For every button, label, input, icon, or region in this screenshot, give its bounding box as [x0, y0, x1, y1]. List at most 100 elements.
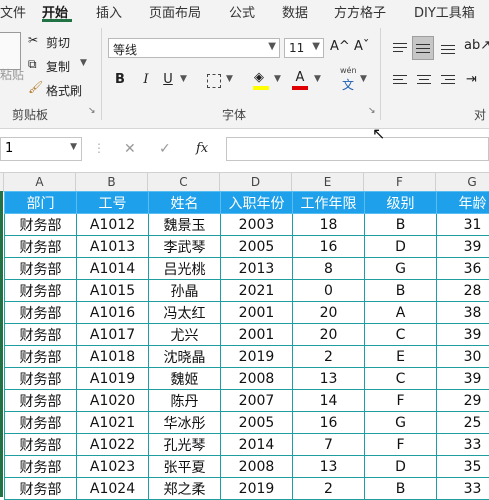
table-cell[interactable]: 尤兴 [149, 324, 221, 346]
phonetic-dropdown-icon[interactable]: ▼ [360, 74, 367, 84]
table-cell[interactable]: B [365, 478, 437, 500]
paste-label[interactable]: 粘贴 [0, 66, 24, 83]
table-cell[interactable]: 财务部 [5, 280, 77, 302]
table-cell[interactable]: 财务部 [5, 412, 77, 434]
table-cell[interactable]: A1016 [77, 302, 149, 324]
table-header-cell[interactable]: 部门 [5, 192, 77, 214]
table-cell[interactable]: A1019 [77, 368, 149, 390]
table-cell[interactable]: 2005 [221, 236, 293, 258]
tab-diy-toolbox[interactable]: DIY工具箱 [414, 2, 475, 21]
insert-function-icon[interactable]: fx [196, 141, 208, 156]
table-cell[interactable]: 2001 [221, 324, 293, 346]
table-cell[interactable]: 39 [437, 368, 489, 390]
table-cell[interactable]: 16 [293, 412, 365, 434]
table-cell[interactable]: 39 [437, 236, 489, 258]
table-cell[interactable]: A1018 [77, 346, 149, 368]
table-cell[interactable]: 20 [293, 302, 365, 324]
table-cell[interactable]: B [365, 214, 437, 236]
table-cell[interactable]: 魏姬 [149, 368, 221, 390]
table-cell[interactable]: 20 [293, 324, 365, 346]
align-middle-icon[interactable] [412, 36, 434, 60]
align-center-icon[interactable] [414, 70, 434, 90]
italic-button[interactable]: I [136, 70, 156, 90]
table-cell[interactable]: 13 [293, 456, 365, 478]
table-cell[interactable]: 财务部 [5, 302, 77, 324]
table-cell[interactable]: 华冰彤 [149, 412, 221, 434]
table-cell[interactable]: A1012 [77, 214, 149, 236]
table-cell[interactable]: 31 [437, 214, 489, 236]
table-cell[interactable]: 25 [437, 412, 489, 434]
underline-button[interactable]: U [158, 70, 178, 90]
indent-icon[interactable]: ⇥ [466, 72, 477, 87]
table-cell[interactable]: 2021 [221, 280, 293, 302]
table-cell[interactable]: A1013 [77, 236, 149, 258]
table-cell[interactable]: 吕光桃 [149, 258, 221, 280]
table-cell[interactable]: 财务部 [5, 456, 77, 478]
table-cell[interactable]: 39 [437, 324, 489, 346]
table-cell[interactable]: 29 [437, 390, 489, 412]
table-cell[interactable]: 财务部 [5, 324, 77, 346]
table-cell[interactable]: 2019 [221, 478, 293, 500]
underline-dropdown-icon[interactable]: ▼ [180, 74, 187, 84]
table-cell[interactable]: 2014 [221, 434, 293, 456]
table-cell[interactable]: C [365, 324, 437, 346]
font-size-combo[interactable]: 11 ▼ [284, 38, 324, 58]
borders-icon[interactable] [207, 74, 221, 88]
table-cell[interactable]: 7 [293, 434, 365, 456]
phonetic-icon[interactable]: 文 [342, 76, 354, 93]
table-cell[interactable]: A1020 [77, 390, 149, 412]
orientation-icon[interactable]: ab↗ [464, 38, 489, 53]
table-cell[interactable]: G [365, 412, 437, 434]
table-cell[interactable]: 陈丹 [149, 390, 221, 412]
table-cell[interactable]: A1022 [77, 434, 149, 456]
table-cell[interactable]: 36 [437, 258, 489, 280]
table-cell[interactable]: 财务部 [5, 236, 77, 258]
table-cell[interactable]: 孙晶 [149, 280, 221, 302]
table-cell[interactable]: A1023 [77, 456, 149, 478]
table-cell[interactable]: 33 [437, 478, 489, 500]
table-cell[interactable]: 冯太红 [149, 302, 221, 324]
table-cell[interactable]: 2019 [221, 346, 293, 368]
table-cell[interactable]: 财务部 [5, 214, 77, 236]
align-bottom-icon[interactable] [438, 38, 458, 58]
table-header-cell[interactable]: 工号 [77, 192, 149, 214]
table-header-cell[interactable]: 姓名 [149, 192, 221, 214]
table-cell[interactable]: 28 [437, 280, 489, 302]
table-cell[interactable]: 38 [437, 302, 489, 324]
column-header-e[interactable]: E [292, 173, 364, 191]
table-cell[interactable]: A1015 [77, 280, 149, 302]
grow-font-icon[interactable]: A^ [330, 39, 350, 54]
table-cell[interactable]: 33 [437, 434, 489, 456]
table-cell[interactable]: A1021 [77, 412, 149, 434]
align-right-icon[interactable] [438, 70, 458, 90]
table-cell[interactable]: 李武琴 [149, 236, 221, 258]
table-header-cell[interactable]: 年龄 [437, 192, 489, 214]
table-cell[interactable]: A1024 [77, 478, 149, 500]
table-cell[interactable]: 13 [293, 368, 365, 390]
column-header-f[interactable]: F [364, 173, 436, 191]
fill-dropdown-icon[interactable]: ▼ [274, 74, 281, 84]
table-cell[interactable]: 30 [437, 346, 489, 368]
fill-color-icon[interactable]: ◈ [254, 70, 264, 85]
table-cell[interactable]: A1014 [77, 258, 149, 280]
table-cell[interactable]: B [365, 280, 437, 302]
cut-icon[interactable]: ✂ [28, 33, 38, 47]
table-cell[interactable]: 郑之柔 [149, 478, 221, 500]
align-left-icon[interactable] [390, 70, 410, 90]
table-cell[interactable]: D [365, 456, 437, 478]
table-cell[interactable]: G [365, 258, 437, 280]
table-cell[interactable]: 孔光琴 [149, 434, 221, 456]
table-cell[interactable]: 2003 [221, 214, 293, 236]
table-cell[interactable]: 0 [293, 280, 365, 302]
tab-data[interactable]: 数据 [282, 2, 308, 21]
column-header-d[interactable]: D [220, 173, 292, 191]
table-cell[interactable]: 沈晓晶 [149, 346, 221, 368]
copy-icon[interactable]: ⧉ [28, 57, 37, 72]
table-header-cell[interactable]: 工作年限 [293, 192, 365, 214]
table-cell[interactable]: 2 [293, 478, 365, 500]
table-cell[interactable]: 财务部 [5, 434, 77, 456]
font-name-combo[interactable]: 等线 ▼ [108, 38, 280, 58]
table-cell[interactable]: 35 [437, 456, 489, 478]
formula-input[interactable] [226, 137, 489, 161]
enter-icon[interactable]: ✓ [159, 141, 171, 157]
